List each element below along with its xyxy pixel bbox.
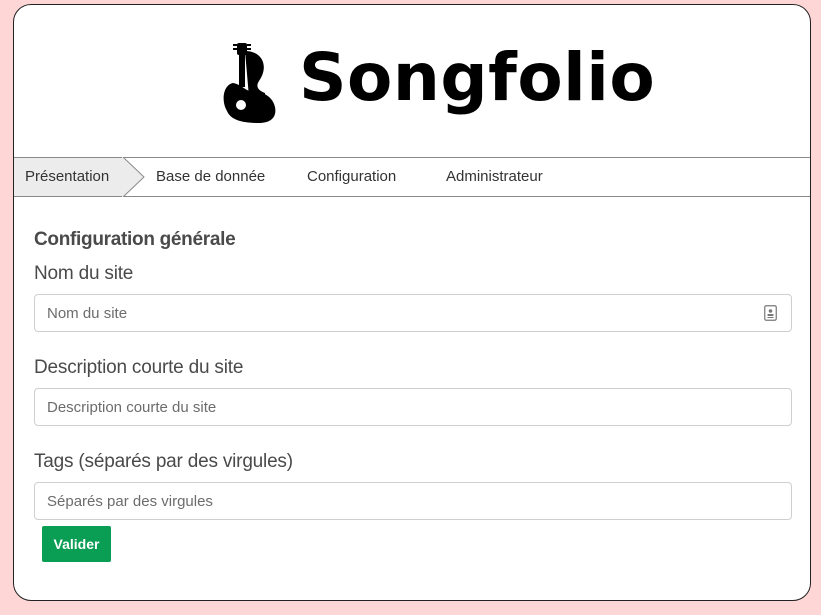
step-label: Base de donnée (156, 168, 266, 185)
tags-field (34, 482, 792, 520)
step-label: Présentation (25, 168, 110, 185)
step-arrow-chevron (122, 157, 145, 197)
site-name-field (34, 294, 792, 332)
tags-input[interactable] (34, 482, 792, 520)
step-label: Configuration (307, 168, 397, 185)
site-name-label: Nom du site (34, 263, 134, 284)
site-description-label: Description courte du site (34, 357, 244, 378)
guitar-player-icon (223, 43, 276, 123)
general-config-form: Configuration générale Nom du site Descr… (34, 227, 792, 520)
step-database[interactable]: Base de donnée (156, 158, 265, 196)
step-label: Administrateur (446, 168, 543, 185)
contact-card-icon (764, 305, 777, 321)
brand-name: Songfolio (299, 39, 656, 116)
tags-label: Tags (séparés par des virgules) (34, 451, 293, 472)
site-name-input[interactable] (34, 294, 792, 332)
step-configuration[interactable]: Configuration (307, 158, 396, 196)
setup-stepper: Présentation Base de donnée Configuratio… (14, 157, 810, 197)
section-title: Configuration générale (34, 229, 236, 250)
step-presentation[interactable]: Présentation (14, 158, 123, 196)
site-description-field (34, 388, 792, 426)
site-description-input[interactable] (34, 388, 792, 426)
submit-button[interactable]: Valider (42, 526, 111, 562)
step-administrator[interactable]: Administrateur (446, 158, 543, 196)
setup-card: Songfolio Présentation Base de donnée Co… (13, 4, 811, 601)
brand-logo: Songfolio (219, 38, 655, 128)
